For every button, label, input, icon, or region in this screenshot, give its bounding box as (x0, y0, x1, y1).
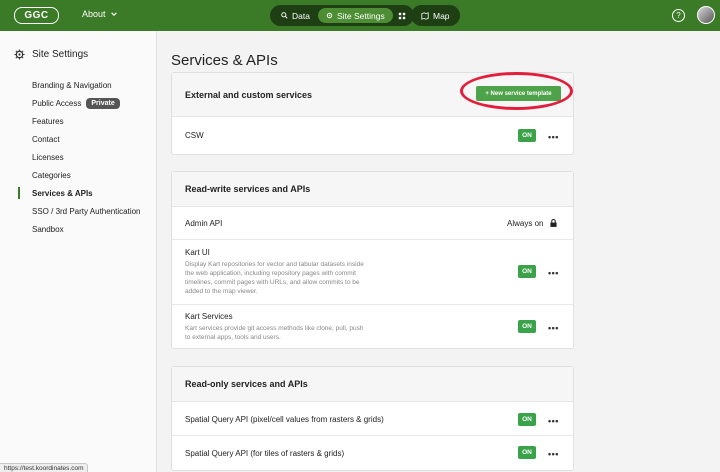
service-label: CSW (185, 131, 204, 140)
service-label: Spatial Query API (for tiles of rasters … (185, 449, 345, 458)
service-row-spatial-query-pixel: Spatial Query API (pixel/cell values fro… (172, 402, 573, 436)
more-options-icon[interactable]: ••• (548, 324, 559, 333)
apps-grid-button[interactable] (393, 12, 411, 20)
card-header: Read-only services and APIs (172, 367, 573, 402)
more-options-icon[interactable]: ••• (548, 133, 559, 142)
page-title: Services & APIs (171, 52, 278, 69)
lock-icon (550, 219, 557, 227)
sidebar-item-label: Features (32, 116, 64, 126)
sidebar-item-label: Contact (32, 134, 60, 144)
chevron-down-icon (110, 12, 117, 16)
sidebar-item-label: Licenses (32, 152, 64, 162)
sidebar-item-label: Public Access (32, 98, 82, 108)
more-options-icon[interactable]: ••• (548, 269, 559, 278)
map-label: Map (433, 10, 450, 21)
read-write-services-card: Read-write services and APIs Admin API A… (171, 171, 574, 349)
private-badge: Private (86, 97, 120, 109)
card-header-label: Read-write services and APIs (185, 184, 311, 194)
card-header-label: External and custom services (185, 89, 313, 100)
toggle-on-button[interactable]: ON (518, 320, 536, 333)
toggle-on-button[interactable]: ON (518, 446, 536, 459)
toggle-on-button[interactable]: ON (518, 413, 536, 426)
external-services-card: External and custom services + New servi… (171, 72, 574, 155)
sidebar-item-public-access[interactable]: Public Access Private (0, 94, 157, 112)
service-row-kart-services: Kart Services Kart services provide git … (172, 305, 573, 348)
sidebar-item-sso[interactable]: SSO / 3rd Party Authentication (0, 202, 157, 220)
sidebar-item-categories[interactable]: Categories (0, 166, 157, 184)
more-options-icon[interactable]: ••• (548, 450, 559, 459)
sidebar-item-features[interactable]: Features (0, 112, 157, 130)
sidebar-item-label: Categories (32, 170, 71, 180)
sidebar-item-label: Branding & Navigation (32, 80, 112, 90)
sidebar-item-label: Services & APIs (32, 188, 93, 198)
status-bar-url: https://test.koordinates.com (0, 463, 89, 472)
service-description: Kart services provide git access methods… (185, 325, 364, 342)
avatar[interactable] (697, 6, 715, 24)
card-header-label: Read-only services and APIs (185, 379, 308, 389)
service-label: Spatial Query API (pixel/cell values fro… (185, 415, 384, 424)
service-label: Kart UI (185, 248, 210, 257)
service-label: Kart Services (185, 312, 233, 321)
gear-icon (326, 12, 333, 19)
sidebar: Site Settings Branding & Navigation Publ… (0, 31, 157, 472)
new-service-template-button[interactable]: + New service template (476, 86, 561, 101)
always-on-status: Always on (507, 219, 544, 228)
help-button[interactable]: ? (672, 9, 685, 22)
sidebar-title: Site Settings (14, 49, 88, 60)
more-options-icon[interactable]: ••• (548, 417, 559, 426)
tab-data-label: Data (292, 10, 310, 21)
toggle-on-button[interactable]: ON (518, 129, 536, 142)
service-row-admin-api: Admin API Always on (172, 207, 573, 240)
tab-site-settings[interactable]: Site Settings (317, 8, 393, 23)
about-label: About (82, 9, 106, 19)
search-icon (281, 12, 288, 19)
top-bar: GGC About Data Site Settings Map ? (0, 0, 720, 31)
tab-site-settings-label: Site Settings (336, 10, 385, 21)
sidebar-item-branding[interactable]: Branding & Navigation (0, 76, 157, 94)
sidebar-item-sandbox[interactable]: Sandbox (0, 220, 157, 238)
service-row-csw: CSW ON ••• (172, 117, 573, 154)
sidebar-item-services-apis[interactable]: Services & APIs (0, 184, 157, 202)
ggc-logo[interactable]: GGC (14, 7, 59, 24)
read-only-services-card: Read-only services and APIs Spatial Quer… (171, 366, 574, 471)
sidebar-nav: Branding & Navigation Public Access Priva… (0, 76, 157, 238)
toggle-on-button[interactable]: ON (518, 265, 536, 278)
sidebar-item-contact[interactable]: Contact (0, 130, 157, 148)
card-header: Read-write services and APIs (172, 172, 573, 207)
service-row-kart-ui: Kart UI Display Kart repositories for ve… (172, 240, 573, 305)
about-menu[interactable]: About (82, 9, 118, 19)
sidebar-title-label: Site Settings (32, 49, 89, 60)
card-header: External and custom services + New servi… (172, 73, 573, 117)
map-button[interactable]: Map (411, 5, 460, 26)
main-nav: Data Site Settings (270, 5, 414, 26)
sidebar-item-licenses[interactable]: Licenses (0, 148, 157, 166)
tab-data[interactable]: Data (273, 8, 318, 23)
sidebar-item-label: Sandbox (32, 224, 64, 234)
map-icon (421, 11, 429, 20)
grid-icon (398, 12, 405, 19)
service-label: Admin API (185, 219, 223, 228)
service-description: Display Kart repositories for vector and… (185, 261, 364, 296)
service-row-spatial-query-tiles: Spatial Query API (for tiles of rasters … (172, 436, 573, 470)
sidebar-item-label: SSO / 3rd Party Authentication (32, 206, 141, 216)
gear-icon (14, 49, 25, 60)
